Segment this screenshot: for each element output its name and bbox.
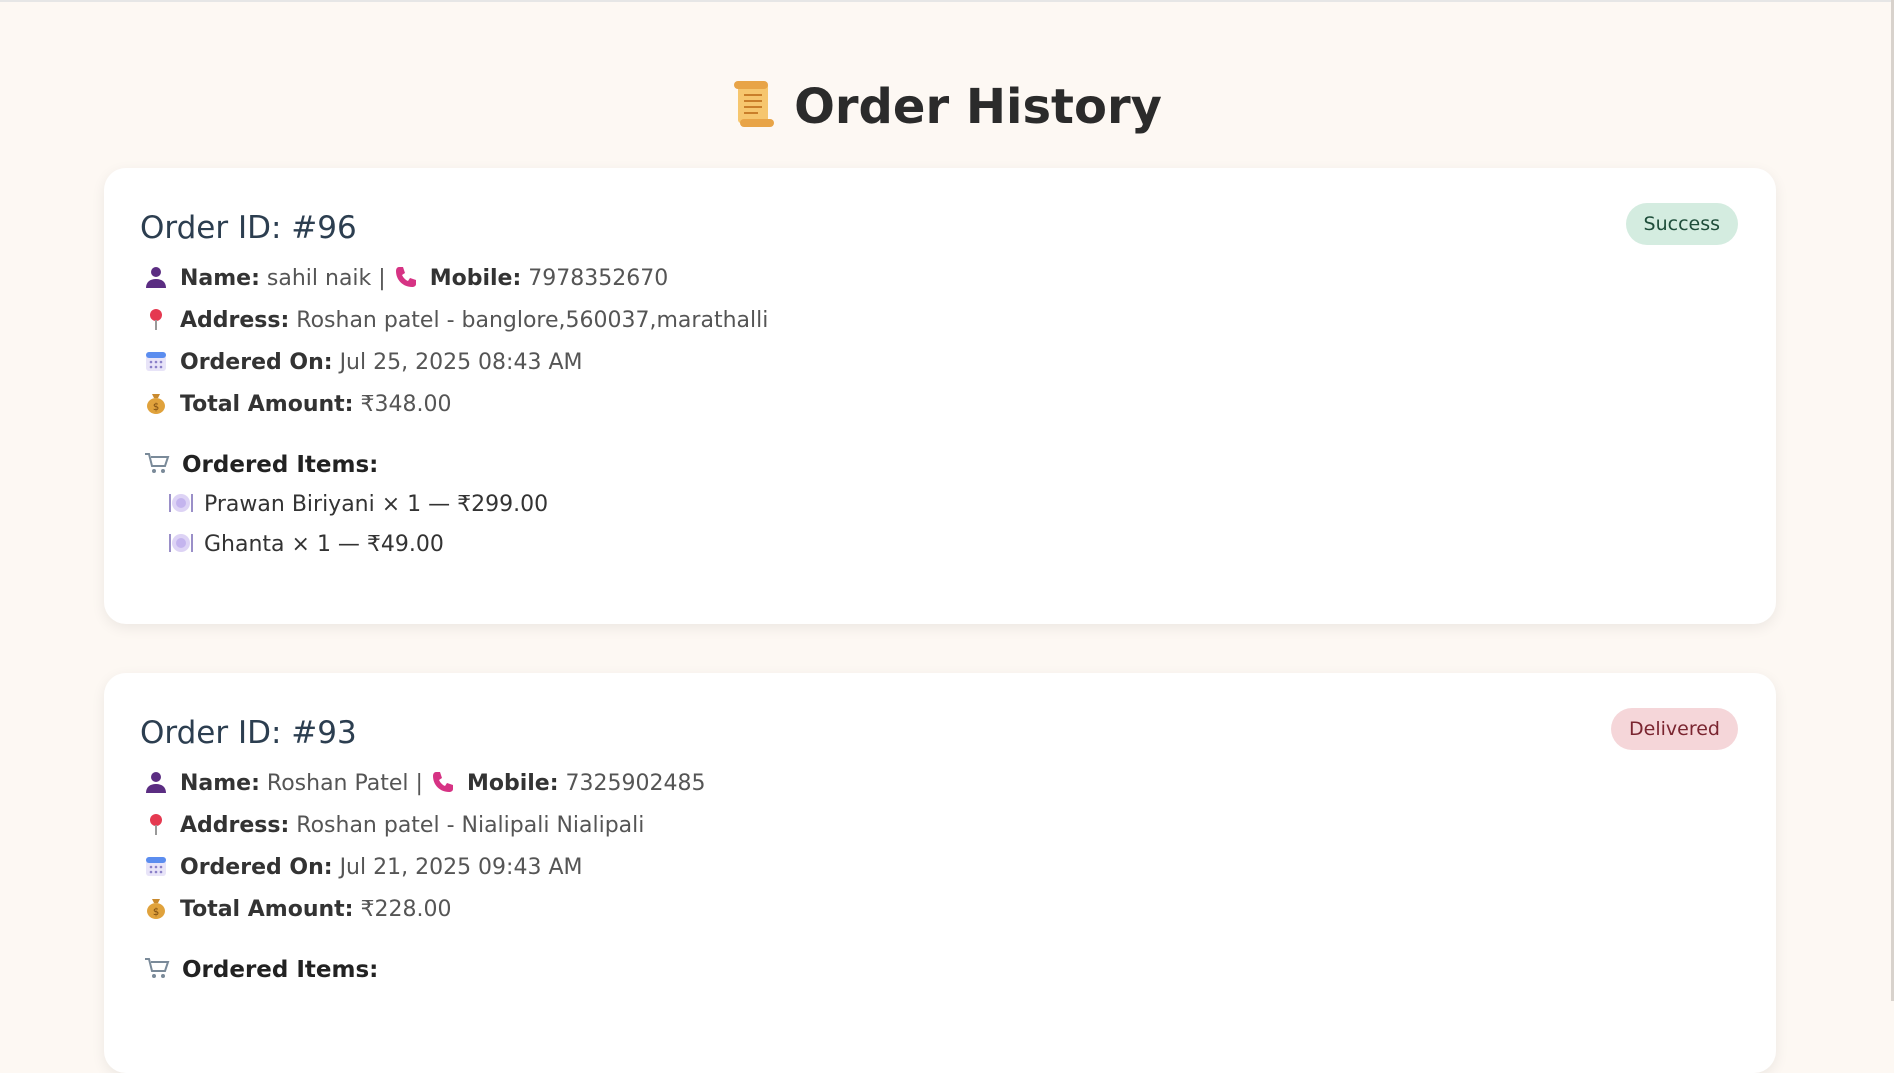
ordered-items-label: Ordered Items: bbox=[182, 452, 379, 478]
page-title: Order History bbox=[0, 74, 1894, 140]
money-bag-icon: $ bbox=[147, 394, 165, 414]
status-badge: Success bbox=[1625, 203, 1738, 245]
address-row: Address: Roshan patel - Nialipali Nialip… bbox=[144, 811, 644, 841]
ordered-on-row: Ordered On: Jul 25, 2025 08:43 AM bbox=[144, 348, 583, 378]
list-item: Ghanta × 1 — ₹49.00 bbox=[168, 530, 444, 560]
top-border bbox=[0, 0, 1894, 2]
list-item: Prawan Biriyani × 1 — ₹299.00 bbox=[168, 490, 548, 520]
mobile-number: 7978352670 bbox=[528, 266, 669, 291]
item-text: Ghanta × 1 — ₹49.00 bbox=[204, 532, 444, 557]
plate-icon bbox=[169, 494, 193, 512]
user-icon bbox=[146, 772, 166, 793]
customer-name: sahil naik bbox=[266, 266, 372, 291]
user-icon bbox=[146, 267, 166, 288]
ordered-on-value: Jul 25, 2025 08:43 AM bbox=[339, 350, 583, 375]
cart-icon bbox=[145, 453, 170, 473]
customer-row: Name: Roshan Patel | Mobile: 7325902485 bbox=[144, 769, 706, 799]
calendar-icon bbox=[146, 352, 166, 371]
total-amount-row: $ Total Amount: ₹228.00 bbox=[144, 895, 451, 925]
address-value: Roshan patel - banglore,560037,marathall… bbox=[296, 308, 769, 333]
total-amount-value: ₹348.00 bbox=[360, 392, 452, 417]
address-value: Roshan patel - Nialipali Nialipali bbox=[296, 813, 645, 838]
address-label: Address: bbox=[180, 813, 290, 838]
ordered-on-row: Ordered On: Jul 21, 2025 09:43 AM bbox=[144, 853, 583, 883]
name-label: Name: bbox=[180, 771, 260, 796]
page-title-text: Order History bbox=[794, 79, 1162, 135]
item-text: Prawan Biriyani × 1 — ₹299.00 bbox=[204, 492, 549, 517]
ordered-on-value: Jul 21, 2025 09:43 AM bbox=[339, 855, 583, 880]
separator: | bbox=[378, 266, 386, 291]
pin-icon bbox=[150, 814, 162, 835]
total-amount-label: Total Amount: bbox=[180, 897, 354, 922]
calendar-icon bbox=[146, 857, 166, 876]
phone-icon bbox=[432, 772, 453, 792]
money-bag-icon: $ bbox=[147, 899, 165, 919]
mobile-label: Mobile: bbox=[466, 771, 559, 796]
scroll-icon bbox=[734, 81, 775, 127]
cart-icon bbox=[145, 958, 170, 978]
phone-icon bbox=[395, 267, 416, 287]
name-label: Name: bbox=[180, 266, 260, 291]
total-amount-label: Total Amount: bbox=[180, 392, 354, 417]
order-card[interactable]: Order ID: #96 Success Name: sahil naik |… bbox=[104, 168, 1776, 624]
customer-row: Name: sahil naik | Mobile: 7978352670 bbox=[144, 264, 668, 294]
ordered-items-heading: Ordered Items: bbox=[144, 955, 378, 985]
ordered-on-label: Ordered On: bbox=[180, 350, 333, 375]
status-badge: Delivered bbox=[1611, 708, 1738, 750]
order-card[interactable]: Order ID: #93 Delivered Name: Roshan Pat… bbox=[104, 673, 1776, 1073]
plate-icon bbox=[169, 534, 193, 552]
address-row: Address: Roshan patel - banglore,560037,… bbox=[144, 306, 768, 336]
pin-icon bbox=[150, 309, 162, 330]
separator: | bbox=[415, 771, 423, 796]
order-id: Order ID: #93 bbox=[140, 715, 357, 751]
ordered-on-label: Ordered On: bbox=[180, 855, 333, 880]
mobile-number: 7325902485 bbox=[565, 771, 706, 796]
ordered-items-heading: Ordered Items: bbox=[144, 450, 378, 480]
order-id: Order ID: #96 bbox=[140, 210, 357, 246]
address-label: Address: bbox=[180, 308, 290, 333]
mobile-label: Mobile: bbox=[429, 266, 522, 291]
svg-text:$: $ bbox=[153, 907, 159, 918]
ordered-items-label: Ordered Items: bbox=[182, 957, 379, 983]
svg-text:$: $ bbox=[153, 402, 159, 413]
customer-name: Roshan Patel bbox=[266, 771, 409, 796]
total-amount-value: ₹228.00 bbox=[360, 897, 452, 922]
total-amount-row: $ Total Amount: ₹348.00 bbox=[144, 390, 451, 420]
